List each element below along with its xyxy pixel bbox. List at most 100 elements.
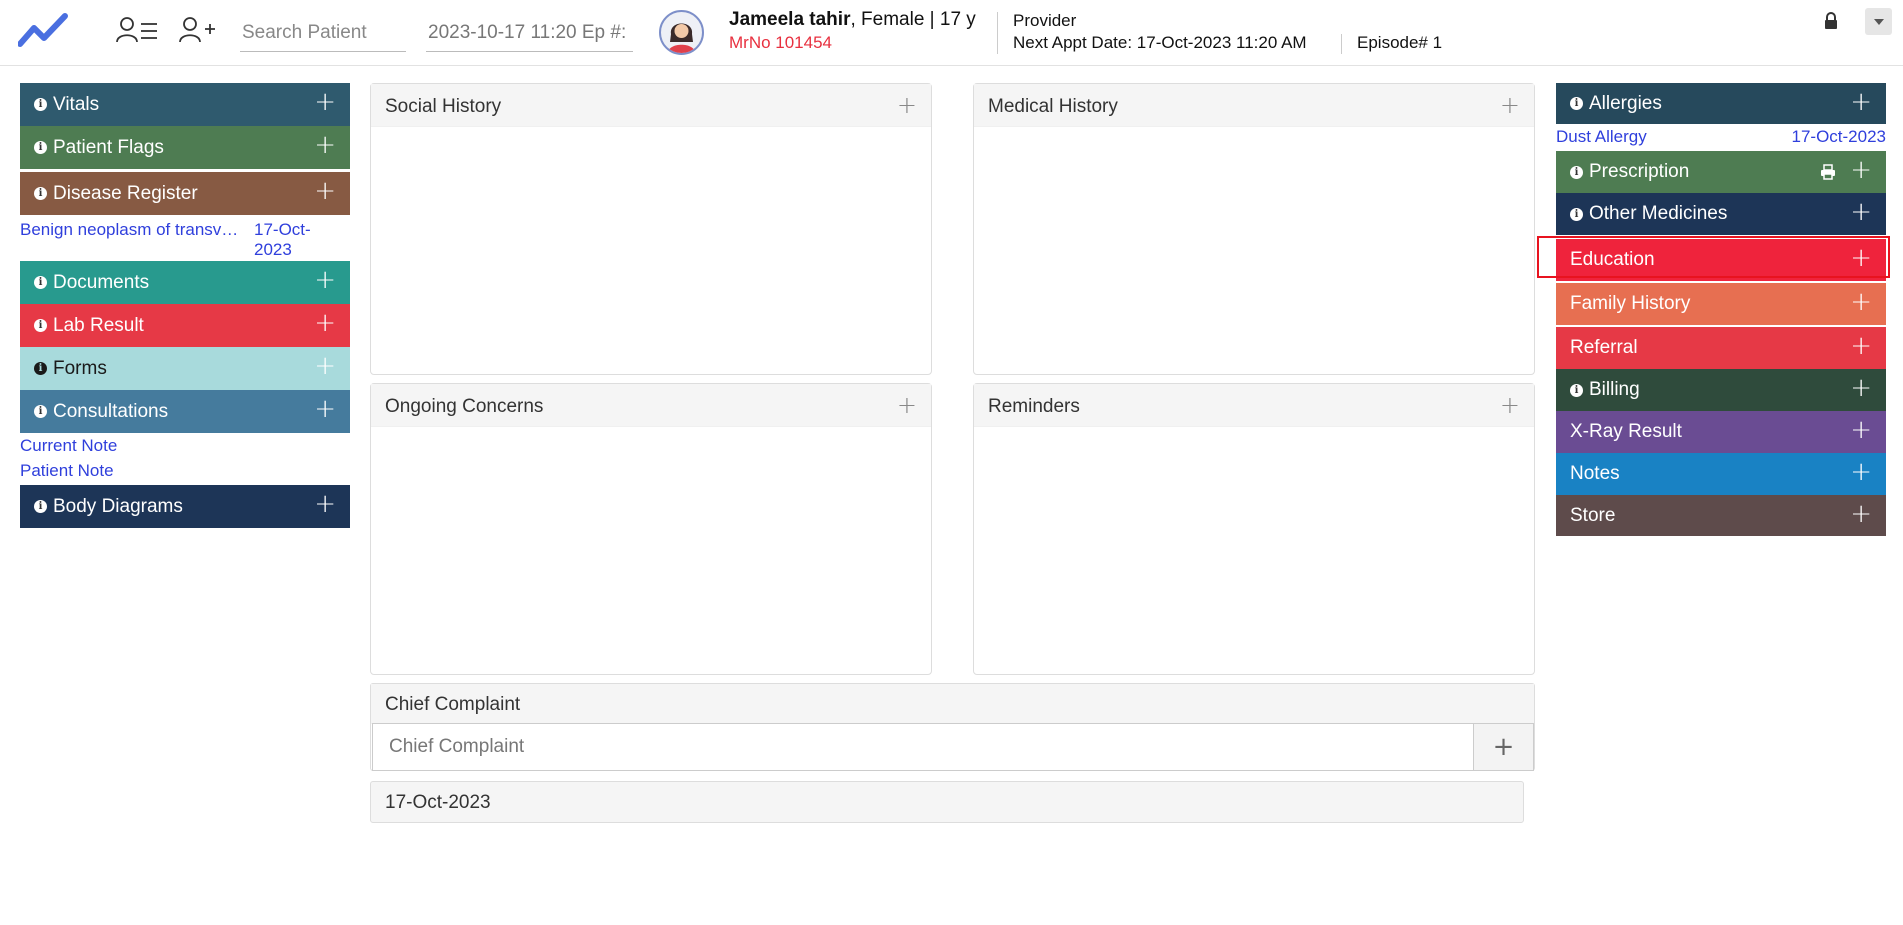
panel-education[interactable]: Education +	[1556, 239, 1886, 281]
patient-info: , Female | 17 y	[850, 9, 976, 30]
divider	[997, 12, 998, 54]
patient-name-text: Jameela tahir	[729, 9, 851, 30]
panel-x-ray-result[interactable]: X-Ray Result +	[1556, 411, 1886, 453]
panel-disease-register[interactable]: i Disease Register +	[20, 172, 350, 215]
info-icon: i	[34, 319, 47, 332]
next-appt-label: Next Appt Date	[1013, 33, 1128, 52]
plus-icon[interactable]: +	[1500, 391, 1520, 419]
panel-label: X-Ray Result	[1570, 421, 1682, 442]
disease-entry-date-line2: 2023	[254, 240, 292, 259]
provider-label: Provider	[1013, 11, 1077, 30]
print-icon[interactable]	[1820, 164, 1836, 180]
panel-header: Reminders +	[974, 384, 1534, 427]
panel-label: Billing	[1589, 379, 1640, 400]
panel-label: Disease Register	[53, 182, 198, 204]
info-icon: i	[1570, 383, 1583, 397]
plus-icon[interactable]: +	[1850, 417, 1872, 443]
info-icon: i	[34, 276, 47, 289]
info-icon: i	[1570, 165, 1583, 179]
panel-store[interactable]: Store +	[1556, 495, 1886, 536]
panel-consultations[interactable]: i Consultations +	[20, 390, 350, 433]
next-appt: Next Appt Date: 17-Oct-2023 11:20 AM	[1013, 33, 1307, 53]
info-icon: i	[34, 141, 47, 154]
panel-billing[interactable]: i Billing +	[1556, 369, 1886, 411]
plus-icon[interactable]: +	[1850, 89, 1872, 115]
info-icon: i	[34, 405, 47, 418]
add-patient-icon[interactable]	[176, 12, 220, 48]
add-complaint-button[interactable]: +	[1473, 723, 1534, 771]
plus-icon[interactable]: +	[314, 310, 336, 336]
plus-icon[interactable]: +	[1850, 289, 1872, 315]
plus-icon[interactable]: +	[1850, 501, 1872, 527]
panel-patient-flags[interactable]: i Patient Flags +	[20, 126, 350, 169]
left-column: i Vitals + i Patient Flags + i Disease Regist…	[20, 83, 350, 528]
panel-prescription[interactable]: i Prescription +	[1556, 151, 1886, 193]
panel-allergies[interactable]: i Allergies +	[1556, 83, 1886, 124]
current-note-link[interactable]: Current Note	[20, 436, 117, 456]
panel-title: Chief Complaint	[385, 694, 521, 715]
allergy-entry-date: 17-Oct-2023	[1791, 127, 1887, 146]
panel-vitals[interactable]: i Vitals +	[20, 83, 350, 126]
plus-icon[interactable]: +	[314, 267, 336, 293]
panel-title: Social History	[385, 96, 502, 117]
plus-icon: +	[1492, 732, 1515, 762]
panel-label: Patient Flags	[53, 136, 164, 158]
panel-notes[interactable]: Notes +	[1556, 453, 1886, 495]
panel-label: Forms	[53, 357, 107, 379]
lock-icon[interactable]	[1823, 12, 1839, 30]
plus-icon[interactable]: +	[314, 491, 336, 517]
panel-label: Referral	[1570, 337, 1638, 358]
plus-icon[interactable]: +	[1850, 199, 1872, 225]
next-appt-value: : 17-Oct-2023 11:20 AM	[1127, 33, 1307, 52]
panel-label: Vitals	[53, 93, 100, 115]
panel-lab-result[interactable]: i Lab Result +	[20, 304, 350, 347]
disease-entry-date-line1: 17-Oct-	[254, 220, 311, 239]
social-history-panel: Social History +	[370, 83, 932, 375]
plus-icon[interactable]: +	[1500, 91, 1520, 119]
trend-line-logo-icon[interactable]	[18, 12, 68, 48]
plus-icon[interactable]: +	[314, 89, 336, 115]
panel-header: Ongoing Concerns +	[371, 384, 931, 427]
medical-history-panel: Medical History +	[973, 83, 1535, 375]
panel-label: Education	[1570, 249, 1655, 270]
chief-complaint-input[interactable]	[372, 723, 1474, 771]
panel-label: Consultations	[53, 400, 169, 422]
patient-note-link[interactable]: Patient Note	[20, 461, 114, 481]
plus-icon[interactable]: +	[314, 353, 336, 379]
plus-icon[interactable]: +	[1850, 157, 1872, 183]
date-row[interactable]: 17-Oct-2023	[370, 781, 1524, 823]
patient-list-icon[interactable]	[115, 12, 159, 48]
panel-title: Ongoing Concerns	[385, 396, 544, 417]
panel-label: Prescription	[1589, 161, 1690, 182]
panel-family-history[interactable]: Family History +	[1556, 283, 1886, 325]
plus-icon[interactable]: +	[1850, 245, 1872, 271]
disease-entry-text[interactable]: Benign neoplasm of transv…	[20, 220, 250, 240]
allergy-entry-text[interactable]: Dust Allergy	[1556, 127, 1647, 147]
episode-datetime-input[interactable]	[426, 14, 633, 52]
plus-icon[interactable]: +	[314, 178, 336, 204]
plus-icon[interactable]: +	[1850, 375, 1872, 401]
plus-icon[interactable]: +	[897, 91, 917, 119]
panel-body-diagrams[interactable]: i Body Diagrams +	[20, 485, 350, 528]
plus-icon[interactable]: +	[314, 132, 336, 158]
plus-icon[interactable]: +	[897, 391, 917, 419]
panel-forms[interactable]: i Forms +	[20, 347, 350, 390]
consultation-links: Current Note Patient Note	[20, 433, 350, 485]
plus-icon[interactable]: +	[1850, 333, 1872, 359]
info-icon: i	[34, 98, 47, 111]
panel-label: Notes	[1570, 463, 1620, 484]
panel-title: Medical History	[988, 96, 1118, 117]
search-patient-input[interactable]	[240, 14, 406, 52]
caret-down-icon[interactable]	[1865, 8, 1892, 35]
patient-name: Jameela tahir, Female | 17 y	[729, 9, 976, 31]
panel-label: Body Diagrams	[53, 495, 183, 517]
panel-documents[interactable]: i Documents +	[20, 261, 350, 304]
right-column: i Allergies + Dust Allergy 17-Oct-2023 i Pr…	[1556, 83, 1886, 536]
allergy-entry: Dust Allergy 17-Oct-2023	[1556, 124, 1886, 151]
panel-referral[interactable]: Referral +	[1556, 327, 1886, 369]
patient-avatar[interactable]	[659, 10, 704, 55]
panel-label: Allergies	[1589, 92, 1662, 114]
plus-icon[interactable]: +	[1850, 459, 1872, 485]
plus-icon[interactable]: +	[314, 396, 336, 422]
panel-other-medicines[interactable]: i Other Medicines +	[1556, 193, 1886, 235]
